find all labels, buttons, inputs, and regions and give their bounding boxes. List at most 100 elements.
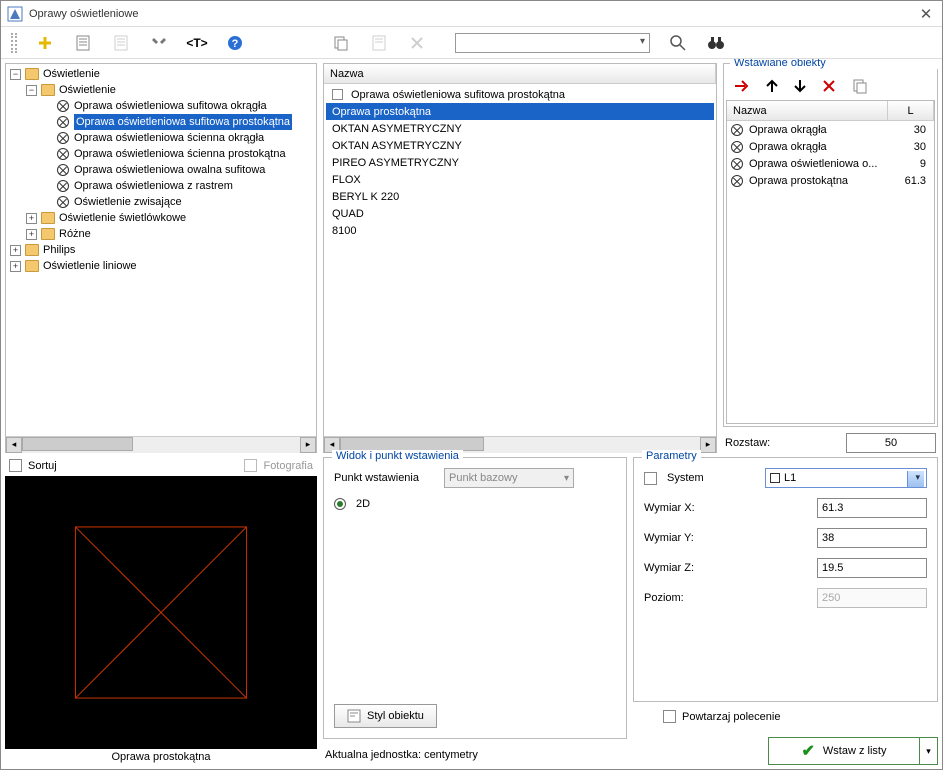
param-legend: Parametry (642, 450, 701, 462)
object-row[interactable]: Oprawa okrągła30 (727, 121, 934, 138)
names-row[interactable]: OKTAN ASYMETRYCZNY (326, 137, 714, 154)
spacing-input[interactable] (846, 433, 936, 453)
objects-col-val[interactable]: L (888, 101, 934, 120)
tools-icon[interactable] (149, 33, 169, 53)
names-row[interactable]: Oprawa prostokątna (326, 103, 714, 120)
close-button[interactable]: ✕ (916, 4, 936, 24)
level-input (817, 588, 927, 608)
tree[interactable]: −Oświetlenie −Oświetlenie Oprawa oświetl… (6, 64, 316, 436)
level-label: Poziom: (644, 592, 744, 604)
dim-z-input[interactable] (817, 558, 927, 578)
dim-y-input[interactable] (817, 528, 927, 548)
names-header: Nazwa (324, 64, 716, 84)
style-button[interactable]: Styl obiektu (334, 704, 437, 728)
names-list[interactable]: Oprawa oświetleniowa sufitowa prostokątn… (324, 84, 716, 436)
unit-label: Aktualna jednostka: centymetry (323, 745, 627, 765)
objects-col-name[interactable]: Nazwa (727, 101, 888, 120)
delete-icon (407, 33, 427, 53)
names-row[interactable]: Oprawa oświetleniowa sufitowa prostokątn… (326, 86, 714, 103)
dim-x-input[interactable] (817, 498, 927, 518)
binoculars-icon[interactable] (706, 33, 726, 53)
param-column: Parametry System L1 Wymiar X: Wymiar Y: … (633, 457, 938, 765)
system-combo[interactable]: L1 (765, 468, 927, 488)
help-icon[interactable]: ? (225, 33, 245, 53)
tree-folder[interactable]: +Oświetlenie liniowe (10, 258, 314, 274)
names-row[interactable]: FLOX (326, 171, 714, 188)
object-row[interactable]: Oprawa okrągła30 (727, 138, 934, 155)
system-checkbox[interactable] (644, 472, 657, 485)
preview-column: Sortuj Fotografia Oprawa prostokątna (5, 457, 317, 765)
object-row[interactable]: Oprawa prostokątna61.3 (727, 172, 934, 189)
tree-item[interactable]: Oprawa oświetleniowa ścienna prostokątna (42, 146, 314, 162)
repeat-checkbox[interactable] (663, 710, 676, 723)
arrow-down-icon[interactable] (794, 79, 806, 93)
document-disabled-icon (111, 33, 131, 53)
tree-scrollbar[interactable]: ◂▸ (6, 436, 316, 452)
insert-dropdown-arrow[interactable]: ▾ (919, 738, 937, 764)
dim-x-label: Wymiar X: (644, 502, 744, 514)
insert-fieldset: Widok i punkt wstawienia Punkt wstawieni… (323, 457, 627, 739)
objects-title: Wstawiane obiekty (730, 59, 942, 69)
spacing-label: Rozstaw: (725, 437, 770, 449)
text-tag-icon[interactable]: <T> (187, 33, 207, 53)
tree-folder[interactable]: +Różne (26, 226, 314, 242)
objects-toolbar (724, 76, 937, 100)
names-row[interactable]: 8100 (326, 222, 714, 239)
arrow-right-icon[interactable] (734, 79, 750, 93)
insert-point-label: Punkt wstawienia (334, 472, 434, 484)
tree-level2[interactable]: −Oświetlenie (26, 82, 314, 98)
preview-canvas (5, 476, 317, 749)
tree-item[interactable]: Oprawa oświetleniowa sufitowa okrągła (42, 98, 314, 114)
names-row[interactable]: QUAD (326, 205, 714, 222)
mode-2d-radio[interactable] (334, 498, 346, 510)
mode-2d-label: 2D (356, 498, 370, 510)
copy-icon[interactable] (331, 33, 351, 53)
delete-x-icon[interactable] (822, 79, 836, 93)
tree-item[interactable]: Oprawa oświetleniowa ścienna okrągła (42, 130, 314, 146)
window-title: Oprawy oświetleniowe (29, 8, 916, 20)
arrow-up-icon[interactable] (766, 79, 778, 93)
insert-button[interactable]: ✔Wstaw z listy ▾ (768, 737, 938, 765)
repeat-label: Powtarzaj polecenie (682, 711, 780, 723)
toolbar: <T> ? (1, 27, 942, 59)
svg-text:?: ? (232, 38, 239, 50)
sort-label: Sortuj (28, 460, 57, 472)
tree-item[interactable]: Oświetlenie zwisające (42, 194, 314, 210)
names-row[interactable]: OKTAN ASYMETRYCZNY (326, 120, 714, 137)
tree-pane: −Oświetlenie −Oświetlenie Oprawa oświetl… (5, 63, 317, 453)
check-icon: ✔ (802, 741, 815, 761)
names-header-col[interactable]: Nazwa (324, 64, 716, 83)
search-combo[interactable] (455, 33, 650, 53)
toolbar-grip (11, 33, 17, 53)
square-icon (770, 473, 780, 483)
tree-folder[interactable]: +Philips (10, 242, 314, 258)
insert-legend: Widok i punkt wstawienia (332, 450, 463, 462)
photo-checkbox[interactable] (244, 459, 257, 472)
tree-root[interactable]: −Oświetlenie (10, 66, 314, 82)
properties-icon (369, 33, 389, 53)
copy-icon[interactable] (852, 78, 868, 94)
insert-column: Widok i punkt wstawienia Punkt wstawieni… (323, 457, 627, 765)
names-row[interactable]: PIREO ASYMETRYCZNY (326, 154, 714, 171)
tree-folder[interactable]: +Oświetlenie świetlówkowe (26, 210, 314, 226)
search-icon[interactable] (668, 33, 688, 53)
objects-table: Nazwa L Oprawa okrągła30Oprawa okrągła30… (726, 100, 935, 424)
objects-pane: Wstawiane obiekty Nazwa L Oprawa okr (723, 63, 938, 453)
param-fieldset: Parametry System L1 Wymiar X: Wymiar Y: … (633, 457, 938, 702)
tree-item[interactable]: Oprawa oświetleniowa z rastrem (42, 178, 314, 194)
tree-item[interactable]: Oprawa oświetleniowa owalna sufitowa (42, 162, 314, 178)
add-button[interactable] (35, 33, 55, 53)
names-row[interactable]: BERYL K 220 (326, 188, 714, 205)
window: Oprawy oświetleniowe ✕ <T> ? −Oświetleni (0, 0, 943, 770)
document-icon[interactable] (73, 33, 93, 53)
photo-label: Fotografia (263, 460, 313, 472)
insert-point-combo[interactable]: Punkt bazowy (444, 468, 574, 488)
style-icon (347, 709, 361, 723)
app-icon (7, 6, 23, 22)
object-row[interactable]: Oprawa oświetleniowa o...9 (727, 155, 934, 172)
sort-checkbox[interactable] (9, 459, 22, 472)
tree-item[interactable]: Oprawa oświetleniowa sufitowa prostokątn… (42, 114, 314, 130)
mode-2d-row[interactable]: 2D (334, 498, 616, 510)
dim-z-label: Wymiar Z: (644, 562, 744, 574)
titlebar: Oprawy oświetleniowe ✕ (1, 1, 942, 27)
